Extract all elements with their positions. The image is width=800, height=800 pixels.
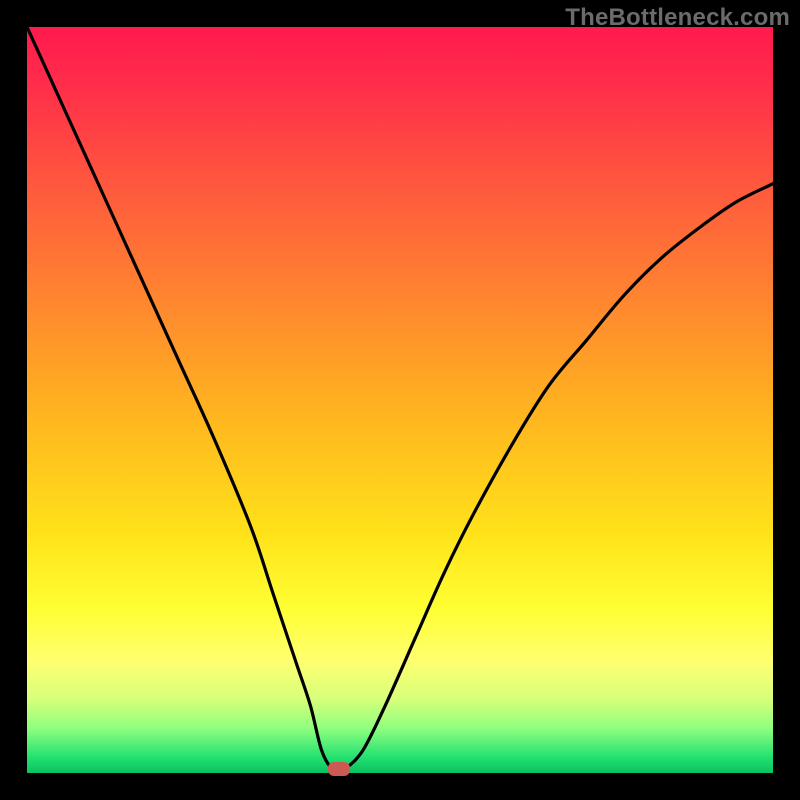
chart-frame: TheBottleneck.com bbox=[0, 0, 800, 800]
watermark-text: TheBottleneck.com bbox=[565, 4, 790, 32]
bottleneck-curve bbox=[27, 27, 773, 773]
curve-path bbox=[27, 27, 773, 772]
optimum-marker bbox=[328, 762, 350, 776]
plot-area bbox=[27, 27, 773, 773]
